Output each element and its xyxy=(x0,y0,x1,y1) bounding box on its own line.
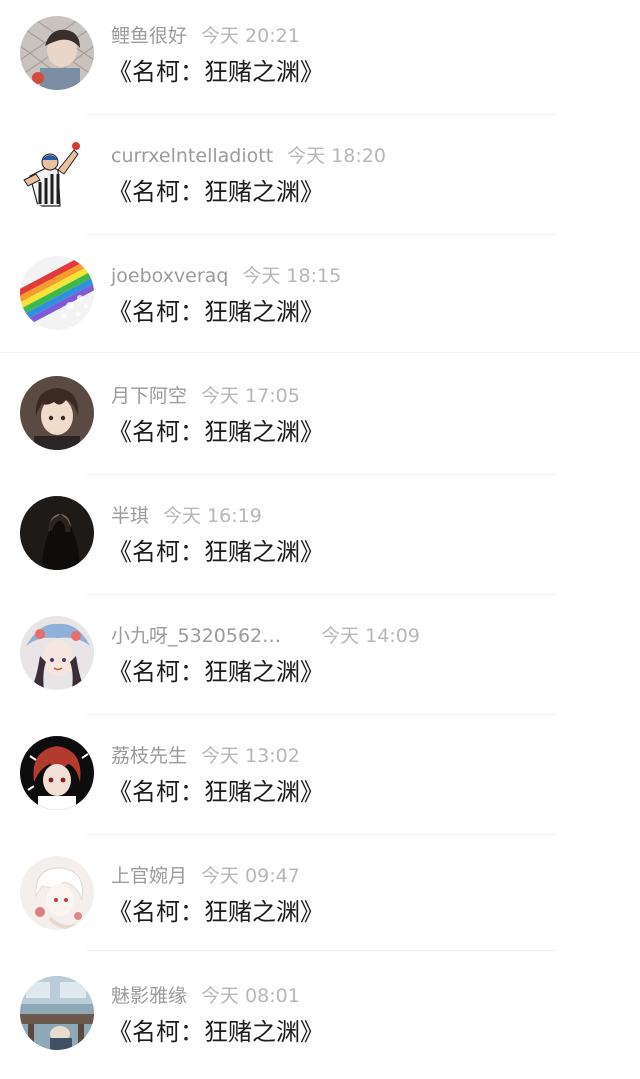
comment-list: 鲤鱼很好 今天 20:21 《名柯：狂赌之渊》 currxelntelladio… xyxy=(0,0,640,1060)
avatar[interactable] xyxy=(20,16,94,90)
comment-time: 今天 20:21 xyxy=(201,25,300,47)
comment-time: 今天 18:20 xyxy=(287,145,386,167)
comment-text: 《名柯：狂赌之渊》 xyxy=(108,58,324,86)
comment-text: 《名柯：狂赌之渊》 xyxy=(108,658,324,686)
list-item[interactable]: 上官婉月 今天 09:47 《名柯：狂赌之渊》 xyxy=(0,840,640,959)
comment-text: 《名柯：狂赌之渊》 xyxy=(108,298,324,326)
comment-text: 《名柯：狂赌之渊》 xyxy=(108,898,324,926)
comment-time: 今天 13:02 xyxy=(201,745,300,767)
comment-time: 今天 08:01 xyxy=(201,985,300,1007)
list-item[interactable]: 荔枝先生 今天 13:02 《名柯：狂赌之渊》 xyxy=(0,720,640,839)
comment-meta: 上官婉月 今天 09:47 xyxy=(111,862,300,890)
avatar-anime-red-hair-icon xyxy=(20,736,94,810)
avatar[interactable] xyxy=(20,496,94,570)
username[interactable]: 上官婉月 xyxy=(111,865,187,887)
comment-time: 今天 18:15 xyxy=(242,265,342,287)
list-item[interactable]: 半琪 今天 16:19 《名柯：狂赌之渊》 xyxy=(0,480,640,599)
comment-text: 《名柯：狂赌之渊》 xyxy=(108,1018,324,1046)
comment-text: 《名柯：狂赌之渊》 xyxy=(108,538,324,566)
comment-meta: 鲤鱼很好 今天 20:21 xyxy=(111,22,300,50)
avatar-white-anime-icon xyxy=(20,856,94,930)
avatar-rainbow-paint-icon xyxy=(20,256,94,330)
avatar-dark-portrait-icon xyxy=(20,496,94,570)
avatar-referee-icon xyxy=(20,136,94,210)
comment-meta: currxelntelladiott 今天 18:20 xyxy=(111,142,386,170)
comment-time: 今天 16:19 xyxy=(163,505,262,527)
comment-meta: joeboxveraq 今天 18:15 xyxy=(111,262,341,290)
divider xyxy=(86,234,556,235)
avatar[interactable] xyxy=(20,976,94,1050)
comment-meta: 小九呀_5320562… 今天 14:09 xyxy=(111,622,420,650)
avatar[interactable] xyxy=(20,736,94,810)
comment-time: 今天 17:05 xyxy=(201,385,300,407)
divider xyxy=(86,474,556,475)
comment-text: 《名柯：狂赌之渊》 xyxy=(108,418,324,446)
username[interactable]: joeboxveraq xyxy=(111,265,228,287)
username[interactable]: 荔枝先生 xyxy=(111,745,187,767)
comment-time: 今天 09:47 xyxy=(201,865,300,887)
username[interactable]: 魅影雅缘 xyxy=(111,985,187,1007)
divider xyxy=(0,352,640,353)
list-item[interactable]: 月下阿空 今天 17:05 《名柯：狂赌之渊》 xyxy=(0,360,640,479)
comment-meta: 荔枝先生 今天 13:02 xyxy=(111,742,300,770)
avatar-classroom-icon xyxy=(20,976,94,1050)
avatar[interactable] xyxy=(20,256,94,330)
list-item[interactable]: 鲤鱼很好 今天 20:21 《名柯：狂赌之渊》 xyxy=(0,0,640,119)
username[interactable]: 鲤鱼很好 xyxy=(111,25,187,47)
list-item[interactable]: 小九呀_5320562… 今天 14:09 《名柯：狂赌之渊》 xyxy=(0,600,640,719)
comment-text: 《名柯：狂赌之渊》 xyxy=(108,778,324,806)
divider xyxy=(86,950,556,951)
avatar-anime-girl-blue-icon xyxy=(20,616,94,690)
comment-text: 《名柯：狂赌之渊》 xyxy=(108,178,324,206)
username[interactable]: currxelntelladiott xyxy=(111,145,273,167)
list-item[interactable]: 魅影雅缘 今天 08:01 《名柯：狂赌之渊》 xyxy=(0,960,640,1079)
divider xyxy=(86,114,556,115)
divider xyxy=(86,834,556,835)
username[interactable]: 月下阿空 xyxy=(111,385,187,407)
list-item[interactable]: currxelntelladiott 今天 18:20 《名柯：狂赌之渊》 xyxy=(0,120,640,239)
divider xyxy=(86,594,556,595)
divider xyxy=(86,714,556,715)
avatar-anime-boy-brown-hair-icon xyxy=(20,376,94,450)
list-item[interactable]: joeboxveraq 今天 18:15 《名柯：狂赌之渊》 xyxy=(0,240,640,359)
avatar[interactable] xyxy=(20,856,94,930)
avatar[interactable] xyxy=(20,136,94,210)
comment-time: 今天 14:09 xyxy=(321,625,420,647)
username[interactable]: 小九呀_5320562… xyxy=(111,625,281,647)
avatar[interactable] xyxy=(20,616,94,690)
avatar-anime-boy-fence-icon xyxy=(20,16,94,90)
comment-meta: 半琪 今天 16:19 xyxy=(111,502,262,530)
username[interactable]: 半琪 xyxy=(111,505,149,527)
avatar[interactable] xyxy=(20,376,94,450)
comment-meta: 月下阿空 今天 17:05 xyxy=(111,382,300,410)
comment-meta: 魅影雅缘 今天 08:01 xyxy=(111,982,300,1010)
